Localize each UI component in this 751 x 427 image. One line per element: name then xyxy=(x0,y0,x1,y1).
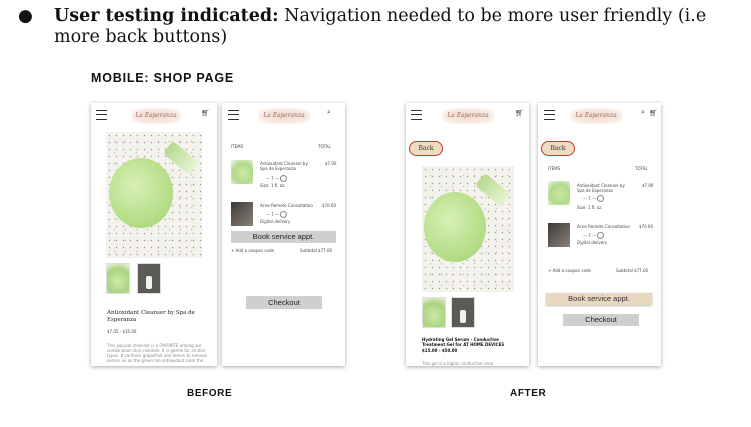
subtotal-text: Subtotal $77.00 xyxy=(300,248,333,253)
plus-icon[interactable] xyxy=(597,195,605,202)
brand-logo: La Esperanza xyxy=(442,108,494,124)
cart-item-delivery: Digital delivery xyxy=(577,240,608,245)
checkout-button[interactable]: Checkout xyxy=(563,314,639,326)
cart-item-name: Antioxidant Cleanser by Spa de Esperanza xyxy=(577,183,625,193)
gel-blob xyxy=(109,158,173,228)
before-product-phone: La Esperanza 🛒︎ Antioxidant Cleanser by … xyxy=(91,103,217,366)
bottle-shape xyxy=(474,172,512,208)
after-product-phone: La Esperanza 🛒︎ Back Hydrating Gel Serum… xyxy=(406,103,529,366)
quantity-value: 1 xyxy=(271,211,274,217)
search-icon[interactable]: ⌕ xyxy=(327,108,331,117)
quantity-stepper[interactable]: — 1 — xyxy=(583,195,605,202)
cart-item-image xyxy=(231,202,253,226)
cart-item-size: Size: 1 fl. oz. xyxy=(260,183,286,188)
cart-item-price: $7.00 xyxy=(642,183,654,188)
product-price: $15.00 - $50.00 xyxy=(422,348,458,353)
hamburger-menu-icon[interactable] xyxy=(544,110,555,120)
before-caption: BEFORE xyxy=(187,388,233,399)
hamburger-menu-icon[interactable] xyxy=(228,110,239,120)
coupon-link[interactable]: + Add a coupon code xyxy=(231,248,274,253)
plus-icon[interactable] xyxy=(280,175,288,182)
product-name: Antioxidant Cleanser by Spa de Esperanza xyxy=(107,310,195,323)
quantity-stepper[interactable]: — 1 — xyxy=(583,232,605,239)
cart-item-name: Acne Remote Consultation xyxy=(577,224,631,229)
book-service-button[interactable]: Book service appt. xyxy=(231,231,336,243)
after-cart-phone: La Esperanza ⌕ 🛒︎ Back ITEMS TOTAL Antio… xyxy=(538,103,661,366)
cart-icon[interactable]: 🛒︎ xyxy=(201,109,210,117)
brand-logo: La Esperanza xyxy=(258,108,310,124)
back-button[interactable]: Back xyxy=(541,141,575,156)
product-thumbnail[interactable] xyxy=(451,297,475,328)
product-price: $7.05 - $35.00 xyxy=(107,329,137,334)
cart-item-price: $70.00 xyxy=(322,203,336,208)
search-icon[interactable]: ⌕ xyxy=(641,108,645,117)
bullet-marker: ● xyxy=(18,6,33,26)
product-image xyxy=(422,166,514,292)
section-title: MOBILE: SHOP PAGE xyxy=(91,71,235,85)
total-header: TOTAL xyxy=(635,166,648,171)
quantity-stepper[interactable]: — 1 — xyxy=(266,175,288,182)
cart-item-image xyxy=(548,181,570,205)
gel-blob xyxy=(424,192,486,262)
product-name: Hydrating Gel Serum - Conductive Treatme… xyxy=(422,337,505,347)
bullet-text: User testing indicated: Navigation neede… xyxy=(54,6,744,48)
product-description: This gel is a highly conductive clear xyxy=(422,361,494,366)
cart-icon[interactable]: 🛒︎ xyxy=(649,109,658,117)
quantity-value: 1 xyxy=(271,175,274,181)
cart-item-image xyxy=(548,223,570,247)
coupon-link[interactable]: + Add a coupon code xyxy=(548,268,591,273)
bottle-shape xyxy=(162,140,200,176)
cart-item-price: $70.00 xyxy=(639,224,653,229)
quantity-stepper[interactable]: — 1 — xyxy=(266,211,288,218)
before-cart-phone: La Esperanza ⌕ ITEMS TOTAL Antioxidant C… xyxy=(222,103,345,366)
cart-item-image xyxy=(231,160,253,184)
product-thumbnail[interactable] xyxy=(106,263,130,294)
plus-icon[interactable] xyxy=(280,211,288,218)
quantity-value: 1 xyxy=(588,232,591,238)
product-image xyxy=(106,132,202,258)
bullet-label: User testing indicated: xyxy=(54,6,279,26)
items-header: ITEMS xyxy=(231,144,244,149)
cart-item-size: Size: 1 fl. oz. xyxy=(577,205,603,210)
quantity-value: 1 xyxy=(588,195,591,201)
brand-logo: La Esperanza xyxy=(131,108,181,124)
after-caption: AFTER xyxy=(510,388,547,399)
checkout-button[interactable]: Checkout xyxy=(246,296,322,309)
cart-item-name: Acne Remote Consultation xyxy=(260,203,314,208)
product-description: This popular cleanser is a FAVORITE amon… xyxy=(107,343,207,363)
plus-icon[interactable] xyxy=(597,232,605,239)
product-thumbnail[interactable] xyxy=(137,263,161,294)
cart-item-delivery: Digital delivery xyxy=(260,219,291,224)
hamburger-menu-icon[interactable] xyxy=(411,110,422,120)
book-service-button[interactable]: Book service appt. xyxy=(546,293,652,305)
back-button[interactable]: Back xyxy=(409,141,443,156)
items-header: ITEMS xyxy=(548,166,561,171)
hamburger-menu-icon[interactable] xyxy=(96,110,107,120)
subtotal-text: Subtotal $77.00 xyxy=(616,268,649,273)
cart-item-name: Antioxidant Cleanser by Spa de Esperanza xyxy=(260,161,308,171)
total-header: TOTAL xyxy=(318,144,331,149)
cart-item-price: $7.00 xyxy=(325,161,337,166)
product-thumbnail[interactable] xyxy=(422,297,446,328)
brand-logo: La Esperanza xyxy=(570,108,622,124)
cart-icon[interactable]: 🛒︎ xyxy=(515,109,524,117)
